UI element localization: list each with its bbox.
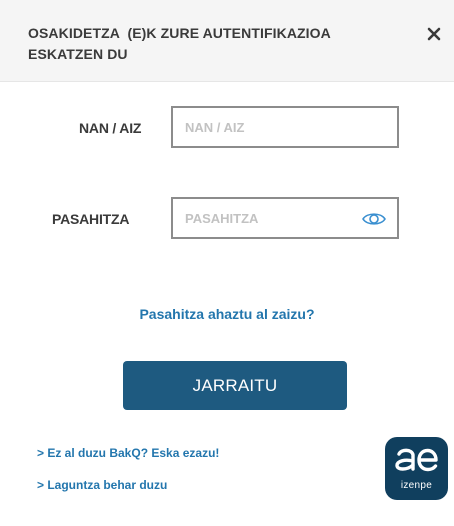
request-bakq-link[interactable]: > Ez al duzu BakQ? Eska ezazu! <box>37 446 219 460</box>
izenpe-logo: izenpe <box>385 437 448 500</box>
dialog-title: OSAKIDETZA (E)K ZURE AUTENTIFIKAZIOA ESK… <box>28 25 335 62</box>
password-field-box[interactable] <box>171 197 399 239</box>
forgot-password-link[interactable]: Pasahitza ahaztu al zaizu? <box>0 306 454 322</box>
id-input[interactable] <box>185 108 355 146</box>
close-button[interactable] <box>420 20 448 48</box>
id-label: NAN / AIZ <box>79 120 142 136</box>
id-field-box[interactable] <box>171 106 399 148</box>
dialog-header: OSAKIDETZA (E)K ZURE AUTENTIFIKAZIOA ESK… <box>0 0 454 82</box>
izenpe-logo-text: izenpe <box>400 480 433 491</box>
continue-button[interactable]: JARRAITU <box>123 361 347 410</box>
close-icon <box>427 27 441 41</box>
authentication-dialog: OSAKIDETZA (E)K ZURE AUTENTIFIKAZIOA ESK… <box>0 0 454 526</box>
izenpe-mark-icon <box>395 448 438 472</box>
password-input[interactable] <box>185 199 355 237</box>
help-link[interactable]: > Laguntza behar duzu <box>37 478 167 492</box>
show-password-button[interactable] <box>361 209 387 229</box>
eye-icon <box>362 213 386 225</box>
password-label: PASAHITZA <box>52 211 130 227</box>
